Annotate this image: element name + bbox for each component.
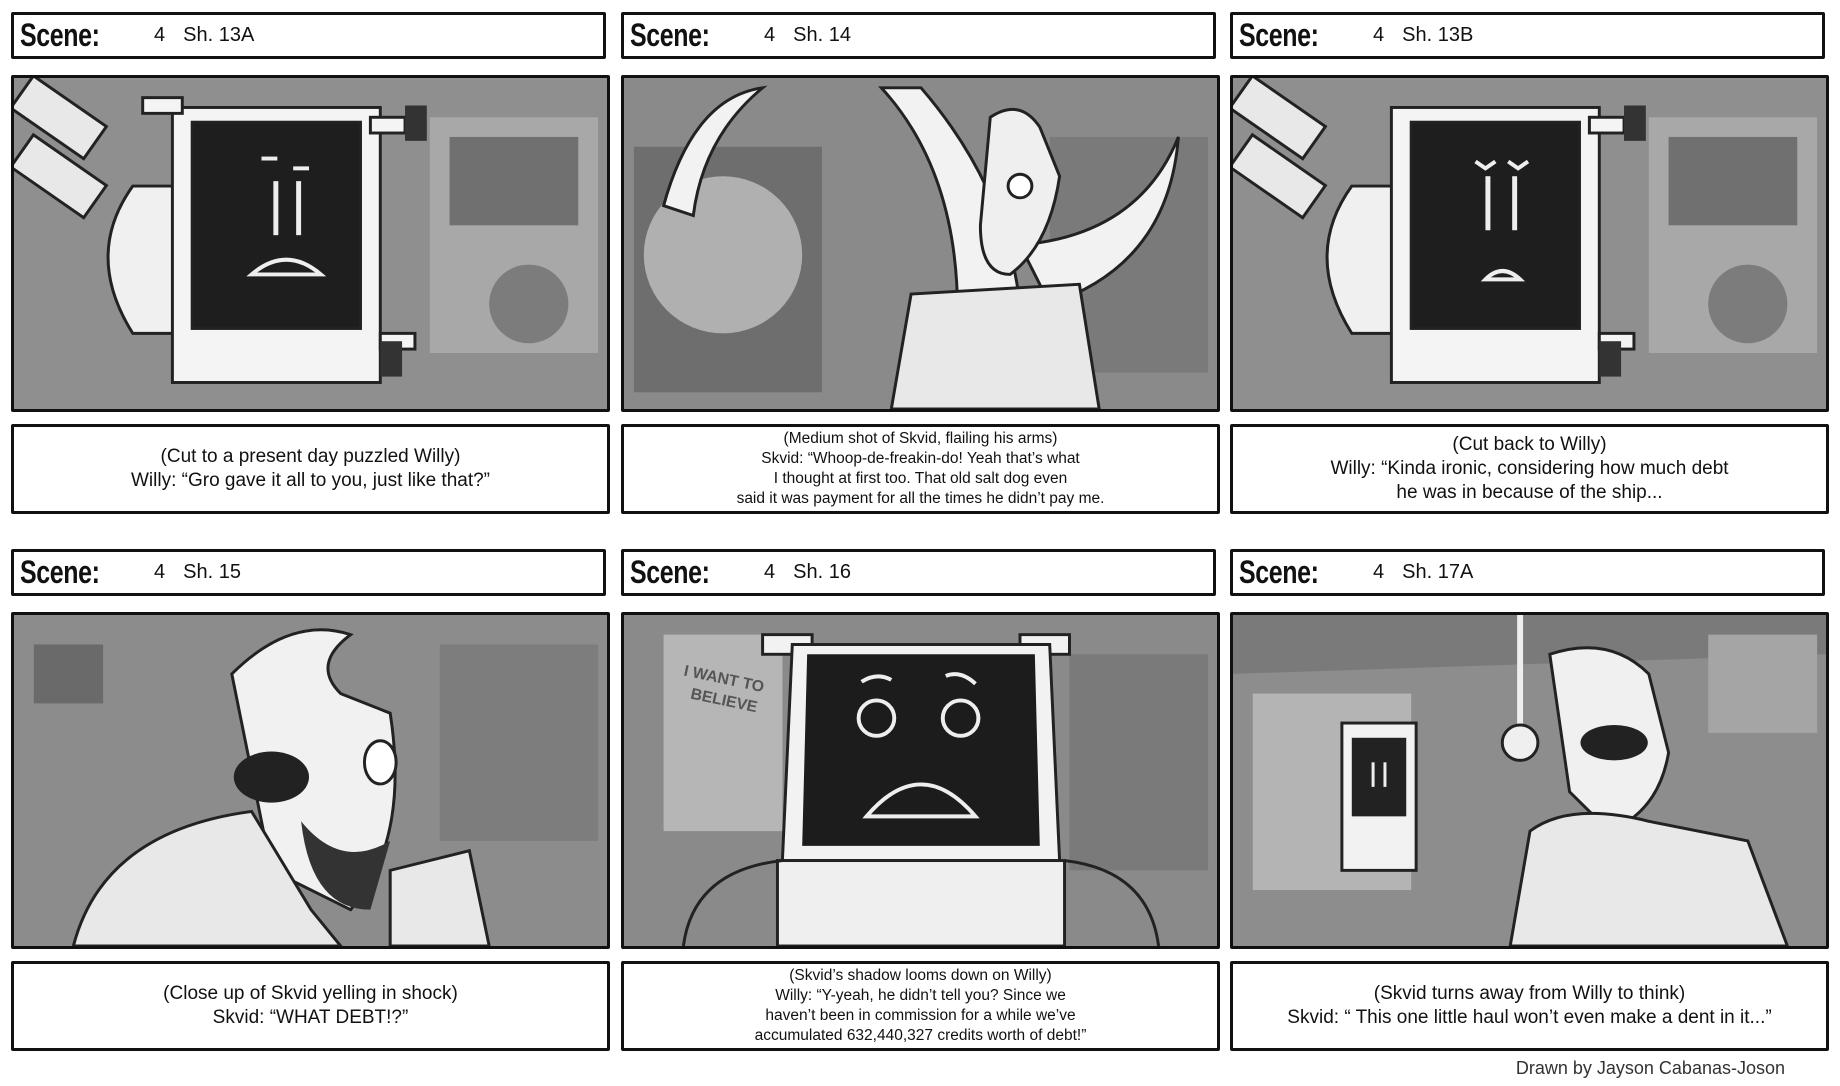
caption-line: he was in because of the ship... (1396, 482, 1663, 503)
caption-line: accumulated 632,440,327 credits worth of… (754, 1027, 1087, 1044)
sketch-willy-shadow: I WANT TO BELIEVE (621, 612, 1220, 949)
caption-line: I thought at first too. That old salt do… (773, 470, 1068, 487)
scene-number: 4 (764, 24, 776, 46)
caption-line: (Skvid’s shadow looms down on Willy) (789, 967, 1052, 984)
scene-label: Scene: (20, 554, 100, 590)
sketch-skvid-thinking (1230, 612, 1829, 949)
sketch-skvid-flailing (621, 75, 1220, 412)
caption-line: said it was payment for all the times he… (736, 490, 1105, 507)
caption-line: haven’t been in commission for a while w… (765, 1007, 1076, 1024)
caption-line: Skvid: “ This one little haul won’t even… (1287, 1007, 1772, 1028)
sketch-willy-ironic (1230, 75, 1829, 412)
caption-line: (Cut back to Willy) (1452, 434, 1607, 455)
shot-number: Sh. 17A (1402, 561, 1474, 583)
caption: (Skvid turns away from Willy to think) S… (1230, 961, 1829, 1051)
caption: (Skvid’s shadow looms down on Willy) Wil… (621, 961, 1220, 1051)
shot-number: Sh. 16 (793, 561, 851, 583)
caption: (Cut back to Willy) Willy: “Kinda ironic… (1230, 424, 1829, 514)
sketch-skvid-shock (11, 612, 610, 949)
scene-label: Scene: (630, 17, 710, 53)
sketch-willy-puzzled (11, 75, 610, 412)
scene-header: Scene: 4 Sh. 16 (621, 549, 1216, 596)
shot-number: Sh. 13A (183, 24, 255, 46)
scene-header: Scene: 4 Sh. 17A (1230, 549, 1825, 596)
scene-header: Scene: 4 Sh. 13B (1230, 12, 1825, 59)
caption: (Medium shot of Skvid, flailing his arms… (621, 424, 1220, 514)
scene-label: Scene: (20, 17, 100, 53)
artist-credit: Drawn by Jayson Cabanas-Joson (1515, 1058, 1785, 1078)
scene-header: Scene: 4 Sh. 14 (621, 12, 1216, 59)
caption-line: Willy: “Y-yeah, he didn’t tell you? Sinc… (775, 987, 1066, 1004)
caption: (Cut to a present day puzzled Willy) Wil… (11, 424, 610, 514)
caption-line: (Close up of Skvid yelling in shock) (163, 983, 458, 1004)
scene-label: Scene: (1239, 554, 1319, 590)
caption: (Close up of Skvid yelling in shock) Skv… (11, 961, 610, 1051)
caption-line: (Cut to a present day puzzled Willy) (160, 446, 461, 467)
scene-header: Scene: 4 Sh. 15 (11, 549, 606, 596)
scene-number: 4 (764, 561, 776, 583)
caption-line: (Medium shot of Skvid, flailing his arms… (783, 430, 1058, 447)
scene-number: 4 (1373, 24, 1385, 46)
scene-label: Scene: (1239, 17, 1319, 53)
scene-number: 4 (1373, 561, 1385, 583)
scene-label: Scene: (630, 554, 710, 590)
shot-number: Sh. 14 (793, 24, 851, 46)
shot-number: Sh. 13B (1402, 24, 1474, 46)
scene-number: 4 (154, 24, 166, 46)
caption-line: Skvid: “WHAT DEBT!?” (212, 1007, 409, 1028)
caption-line: Willy: “Kinda ironic, considering how mu… (1330, 458, 1729, 479)
scene-header: Scene: 4 Sh. 13A (11, 12, 606, 59)
caption-line: (Skvid turns away from Willy to think) (1373, 983, 1686, 1004)
scene-number: 4 (154, 561, 166, 583)
caption-line: Willy: “Gro gave it all to you, just lik… (130, 470, 490, 491)
caption-line: Skvid: “Whoop-de-freakin-do! Yeah that’s… (761, 450, 1080, 467)
shot-number: Sh. 15 (183, 561, 241, 583)
